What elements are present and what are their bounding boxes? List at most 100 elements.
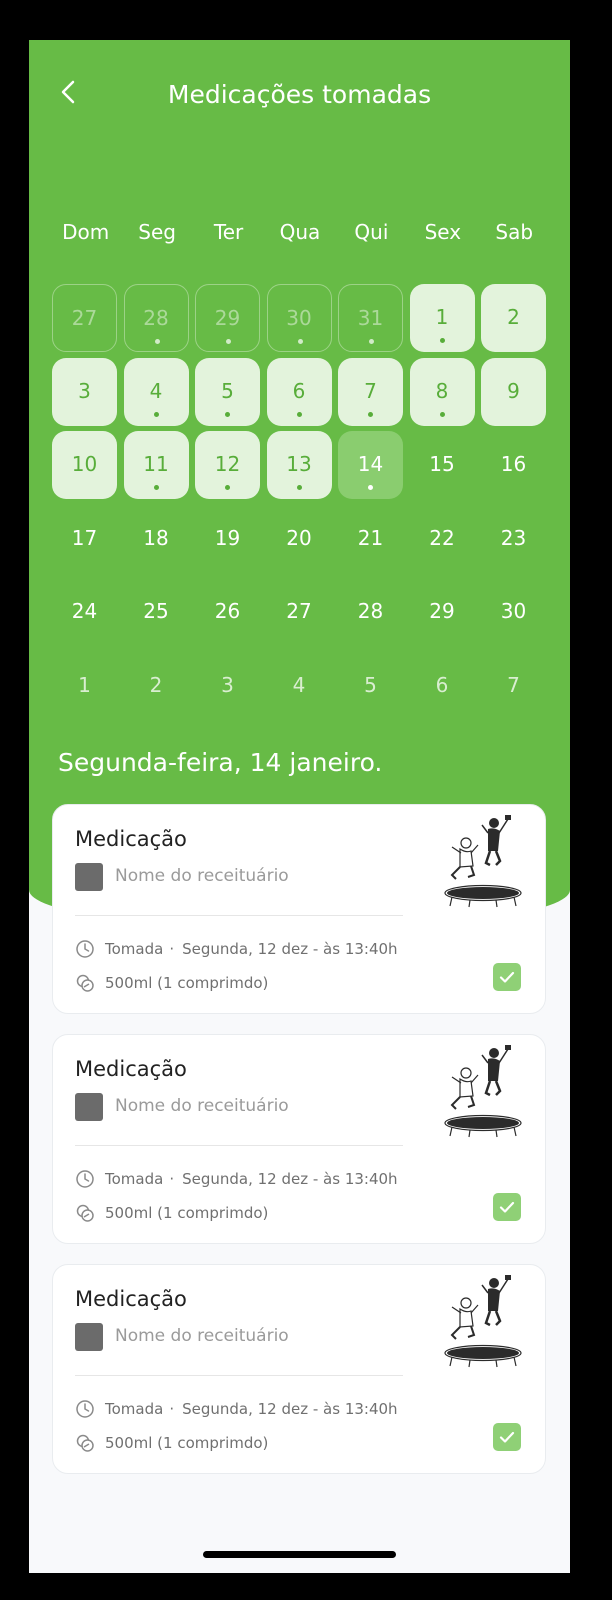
calendar-day-number: 1 [435, 305, 449, 329]
calendar-day-cell[interactable]: 1 [409, 284, 475, 352]
trampoline-illustration [444, 815, 522, 908]
calendar-day-cell[interactable]: 2 [124, 652, 189, 720]
calendar-day-number: 27 [286, 599, 312, 623]
calendar-day-number: 2 [149, 672, 163, 697]
weekday-label: Qua [279, 220, 321, 244]
calendar-day-number: 11 [143, 452, 169, 476]
taken-checkbox[interactable] [493, 1423, 521, 1451]
card-illustration [438, 1271, 528, 1371]
pills-icon [76, 1434, 94, 1452]
calendar-day-cell[interactable]: 12 [195, 431, 260, 499]
medication-card[interactable]: Medicação Nome do receituário Tomada · S… [52, 804, 546, 1014]
calendar-day-cell[interactable]: 25 [124, 578, 189, 646]
calendar-day-number: 27 [71, 306, 98, 330]
calendar-day-cell[interactable]: 4 [123, 357, 189, 426]
dosage-text: 500ml (1 comprimdo) [105, 1204, 269, 1222]
calendar-day-cell[interactable]: 5 [195, 357, 260, 426]
calendar-day-cell[interactable]: 22 [410, 505, 475, 573]
calendar-day-cell[interactable]: 21 [338, 505, 403, 573]
calendar-day-cell[interactable]: 4 [267, 652, 332, 720]
selected-date-heading: Segunda-feira, 14 janeiro. [58, 748, 383, 777]
calendar-day-cell[interactable]: 30 [266, 284, 332, 352]
calendar-day-cell[interactable]: 6 [410, 652, 475, 720]
medication-card[interactable]: Medicação Nome do receituário Tomada · S… [52, 1034, 546, 1244]
calendar-day-cell[interactable]: 7 [338, 357, 403, 426]
calendar-day-number: 4 [149, 378, 163, 403]
separator-dot: · [169, 1170, 175, 1188]
calendar-day-cell[interactable]: 27 [267, 578, 332, 646]
calendar-day-cell[interactable]: 27 [52, 284, 117, 352]
calendar-day-cell[interactable]: 18 [124, 505, 189, 573]
calendar-day-cell[interactable]: 3 [52, 357, 117, 426]
trampoline-illustration [444, 1045, 522, 1138]
weekday-label: Seg [138, 220, 176, 244]
taken-checkbox[interactable] [493, 963, 521, 991]
calendar-day-cell[interactable]: 5 [338, 652, 403, 720]
dosage-info-row: 500ml (1 comprimdo) [75, 1203, 268, 1223]
calendar-day-cell[interactable]: 9 [481, 357, 546, 426]
prescription-thumbnail [75, 1323, 103, 1351]
calendar-day-cell[interactable]: 20 [267, 505, 332, 573]
calendar-day-cell[interactable]: 17 [52, 505, 117, 573]
calendar-day-cell[interactable]: 2 [481, 284, 546, 352]
calendar-day-cell[interactable]: 23 [481, 505, 546, 573]
calendar-day-number: 17 [71, 525, 98, 550]
calendar-day-number: 8 [435, 378, 449, 403]
calendar-day-number: 24 [71, 599, 98, 623]
calendar-day-cell[interactable]: 8 [409, 357, 475, 426]
calendar-day-cell[interactable]: 19 [195, 505, 260, 573]
calendar-day-cell[interactable]: 7 [481, 652, 546, 720]
top-bar: Medicações tomadas [29, 40, 570, 150]
calendar-day-number: 31 [357, 306, 384, 330]
calendar-day-cell[interactable]: 3 [195, 652, 260, 720]
calendar-day-cell[interactable]: 16 [481, 431, 546, 499]
medication-taken-dot [154, 339, 160, 344]
calendar-day-cell[interactable]: 29 [410, 578, 475, 646]
home-indicator [203, 1551, 396, 1558]
prescription-name: Nome do receituário [115, 866, 289, 886]
taken-time: Segunda, 12 dez - às 13:40h [182, 1170, 398, 1188]
calendar-day-number: 26 [214, 599, 241, 623]
calendar-day-cell[interactable]: 30 [481, 578, 546, 646]
calendar-day-cell[interactable]: 10 [52, 431, 117, 499]
medication-card[interactable]: Medicação Nome do receituário Tomada · S… [52, 1264, 546, 1474]
calendar-day-number: 28 [357, 599, 384, 623]
calendar-day-cell[interactable]: 26 [195, 578, 260, 646]
calendar-day-number: 5 [221, 378, 234, 403]
calendar-day-cell[interactable]: 11 [123, 431, 189, 499]
check-icon [499, 1201, 515, 1213]
card-illustration [438, 811, 528, 911]
calendar-day-cell[interactable]: 31 [338, 284, 403, 352]
weekday-header: Dom Seg Ter Qua Qui Sex Sab [50, 220, 550, 244]
medication-taken-dot [368, 411, 373, 417]
medication-taken-dot [439, 411, 445, 417]
page-title: Medicações tomadas [167, 80, 432, 109]
calendar-day-cell[interactable]: 1 [52, 652, 117, 720]
calendar-day-cell[interactable]: 15 [410, 431, 475, 499]
calendar-day-cell[interactable]: 24 [52, 578, 117, 646]
calendar-day-number: 3 [221, 672, 234, 697]
check-icon [499, 971, 515, 983]
medication-taken-dot [226, 339, 231, 344]
calendar-day-number: 4 [292, 672, 306, 697]
calendar-day-cell[interactable]: 28 [338, 578, 403, 646]
calendar-day-number: 18 [143, 525, 169, 550]
taken-checkbox[interactable] [493, 1193, 521, 1221]
medication-taken-dot [225, 485, 230, 490]
card-divider [75, 1145, 403, 1146]
calendar-day-cell[interactable]: 13 [266, 431, 332, 499]
medication-taken-dot [297, 339, 303, 344]
pills-icon [76, 974, 94, 992]
calendar-day-number: 29 [429, 599, 455, 623]
medication-title: Medicação [75, 1057, 187, 1081]
calendar-day-number: 22 [429, 525, 455, 550]
calendar-day-cell[interactable]: 28 [123, 284, 189, 352]
calendar-day-cell[interactable]: 6 [266, 357, 332, 426]
calendar-day-cell[interactable]: 29 [195, 284, 260, 352]
calendar-day-number: 20 [286, 525, 312, 550]
calendar-day-cell[interactable]: 14 [338, 431, 403, 499]
dosage-info-row: 500ml (1 comprimdo) [75, 1433, 268, 1453]
dosage-text: 500ml (1 comprimdo) [105, 974, 269, 992]
prescription-name: Nome do receituário [115, 1326, 289, 1346]
medication-taken-dot [153, 485, 159, 490]
